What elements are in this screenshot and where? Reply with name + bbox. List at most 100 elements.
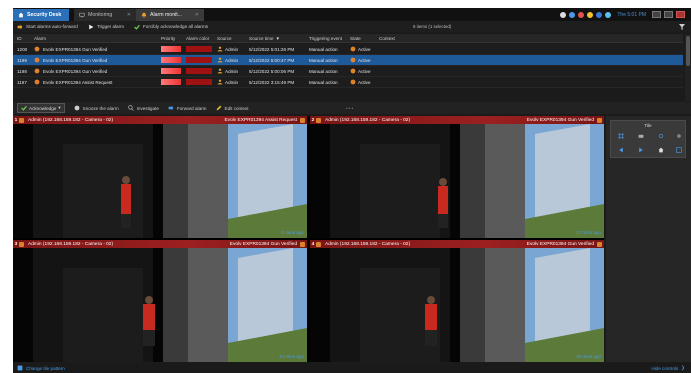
investigate-button[interactable]: Investigate bbox=[127, 105, 159, 111]
col-id[interactable]: ID bbox=[17, 34, 22, 42]
close-window-button[interactable] bbox=[676, 11, 685, 18]
tile-header: 4 Admin (192.168.159.182 - Camera - 02) … bbox=[310, 240, 604, 248]
tile-header: 2 Admin (192.168.159.182 - Camera - 02) … bbox=[310, 116, 604, 124]
col-alarm[interactable]: Alarm bbox=[34, 34, 46, 42]
change-tile-pattern-button[interactable]: Change tile pattern bbox=[17, 365, 65, 371]
arrow-right-icon[interactable] bbox=[637, 147, 645, 153]
settings-icon[interactable] bbox=[675, 133, 683, 139]
table-row[interactable]: 1200 Evolv EXPR01394 Gun Verified Admin … bbox=[13, 44, 683, 55]
col-source-time[interactable]: Source time ▼ bbox=[249, 34, 280, 42]
cell-alarm-text: Evolv EXPR01394 Assist Request bbox=[43, 79, 113, 85]
maximize-button[interactable] bbox=[664, 11, 673, 18]
col-state[interactable]: State bbox=[350, 34, 361, 42]
tab-monitoring[interactable]: Monitoring ✕ bbox=[74, 9, 136, 21]
cell-state-text: Active bbox=[358, 79, 371, 85]
alarm-bell-icon bbox=[350, 57, 356, 63]
tile-time-ago: 0 mins ago bbox=[281, 230, 304, 235]
table-row[interactable]: 1198 Evolv EXPR01394 Gun Verified Admin … bbox=[13, 66, 683, 77]
speaker-icon[interactable] bbox=[587, 11, 594, 18]
arrow-left-icon[interactable] bbox=[617, 147, 625, 153]
chevron-right-icon: ❯ bbox=[681, 365, 685, 370]
scrollbar-thumb[interactable] bbox=[686, 36, 690, 66]
check-icon bbox=[21, 105, 27, 111]
video-tile-3[interactable]: 3 Admin (192.168.159.182 - Camera - 02) … bbox=[13, 240, 307, 362]
gear-icon[interactable] bbox=[569, 11, 576, 18]
cell-source-text: Admin bbox=[225, 68, 239, 74]
alarm-icon bbox=[34, 68, 40, 74]
col-alarm-color[interactable]: Alarm color bbox=[186, 34, 209, 42]
status-bar: Change tile pattern Hide controls ❯ bbox=[13, 363, 691, 373]
cell-state-text: Active bbox=[358, 57, 371, 63]
cell-alarm-text: Evolv EXPR01394 Gun Verified bbox=[43, 68, 108, 74]
tile-time-ago: 14 mins ago bbox=[278, 354, 304, 359]
col-context[interactable]: Context bbox=[379, 34, 395, 42]
grid-icon[interactable] bbox=[617, 133, 625, 139]
network-icon[interactable] bbox=[596, 11, 603, 18]
refresh-icon[interactable] bbox=[657, 133, 665, 139]
user-icon bbox=[19, 241, 24, 247]
acknowledge-button[interactable]: Acknowledge ▾ bbox=[17, 103, 65, 113]
table-scrollbar[interactable] bbox=[685, 34, 691, 101]
video-tile-4[interactable]: 4 Admin (192.168.159.182 - Camera - 02) … bbox=[310, 240, 604, 362]
cell-source: Admin bbox=[217, 55, 238, 65]
help-icon[interactable] bbox=[605, 11, 612, 18]
cell-state: Active bbox=[350, 66, 371, 76]
hide-controls-button[interactable]: Hide controls ❯ bbox=[651, 365, 685, 371]
camera-icon[interactable] bbox=[637, 133, 645, 139]
cell-state: Active bbox=[350, 44, 371, 54]
alarm-bell-icon bbox=[300, 117, 305, 123]
edit-context-button[interactable]: Edit context bbox=[216, 105, 249, 111]
table-row[interactable]: 1199 Evolv EXPR01394 Gun Verified Admin … bbox=[13, 55, 683, 66]
cell-source: Admin bbox=[217, 66, 238, 76]
video-tile-grid: 1 Admin (192.168.159.182 - Camera - 02) … bbox=[13, 116, 604, 362]
cell-source: Admin bbox=[217, 44, 238, 54]
user-icon bbox=[217, 68, 223, 74]
user-icon bbox=[217, 57, 223, 63]
cell-event: Manual action bbox=[309, 46, 338, 52]
minimize-button[interactable] bbox=[652, 11, 661, 18]
expand-icon[interactable] bbox=[675, 147, 683, 153]
user-icon bbox=[19, 117, 24, 123]
alarm-color-swatch bbox=[186, 79, 212, 85]
video-tile-1[interactable]: 1 Admin (192.168.159.182 - Camera - 02) … bbox=[13, 116, 307, 238]
acknowledge-all-button[interactable]: Forcibly acknowledge all alarms bbox=[134, 24, 208, 30]
notification-icon[interactable] bbox=[578, 11, 585, 18]
snooze-label: Snooze the alarm bbox=[82, 105, 119, 111]
col-source[interactable]: Source bbox=[217, 34, 232, 42]
tile-controls-title: Tile bbox=[644, 123, 652, 128]
alarm-color-swatch bbox=[186, 68, 212, 74]
priority-bar bbox=[161, 68, 181, 74]
tab-label: Security Desk bbox=[27, 12, 62, 18]
home-icon[interactable] bbox=[657, 147, 665, 153]
alarm-color-swatch bbox=[186, 46, 212, 52]
acknowledge-label: Acknowledge bbox=[29, 105, 57, 111]
tab-security-desk[interactable]: Security Desk bbox=[13, 9, 69, 21]
camera-feed bbox=[13, 248, 307, 362]
close-icon[interactable]: ✕ bbox=[127, 12, 131, 18]
user-icon bbox=[217, 46, 223, 52]
cell-source-text: Admin bbox=[225, 46, 239, 52]
table-row[interactable]: 1197 Evolv EXPR01394 Assist Request Admi… bbox=[13, 77, 683, 88]
snooze-button[interactable]: Snooze the alarm bbox=[74, 105, 119, 111]
cell-alarm: Evolv EXPR01394 Assist Request bbox=[34, 77, 112, 87]
user-icon[interactable] bbox=[560, 11, 567, 18]
auto-forward-button[interactable]: Start alarms auto-forward bbox=[17, 24, 78, 30]
user-icon bbox=[316, 241, 321, 247]
col-triggering-event[interactable]: Triggering event bbox=[309, 34, 342, 42]
splitter-handle[interactable]: ••• bbox=[346, 106, 354, 112]
cell-time: 5/12/2022 5:00:47 PM bbox=[249, 57, 295, 63]
close-icon[interactable]: ✕ bbox=[195, 12, 199, 18]
col-priority[interactable]: Priority bbox=[161, 34, 175, 42]
tile-source: Admin (192.168.159.182 - Camera - 02) bbox=[325, 117, 411, 123]
trigger-alarm-button[interactable]: Trigger alarm bbox=[88, 24, 124, 30]
hide-controls-label: Hide controls bbox=[651, 365, 679, 371]
filter-icon[interactable] bbox=[679, 24, 685, 30]
cell-source: Admin bbox=[217, 77, 238, 87]
video-tile-2[interactable]: 2 Admin (192.168.159.182 - Camera - 02) … bbox=[310, 116, 604, 238]
alarm-bell-icon bbox=[350, 46, 356, 52]
cell-alarm: Evolv EXPR01394 Gun Verified bbox=[34, 55, 107, 65]
forward-alarm-button[interactable]: Forward alarm bbox=[168, 105, 207, 111]
cell-id: 1198 bbox=[17, 68, 27, 74]
cell-id: 1200 bbox=[17, 46, 28, 52]
tab-alarm-monitoring[interactable]: Alarm monit... ✕ bbox=[136, 9, 204, 21]
